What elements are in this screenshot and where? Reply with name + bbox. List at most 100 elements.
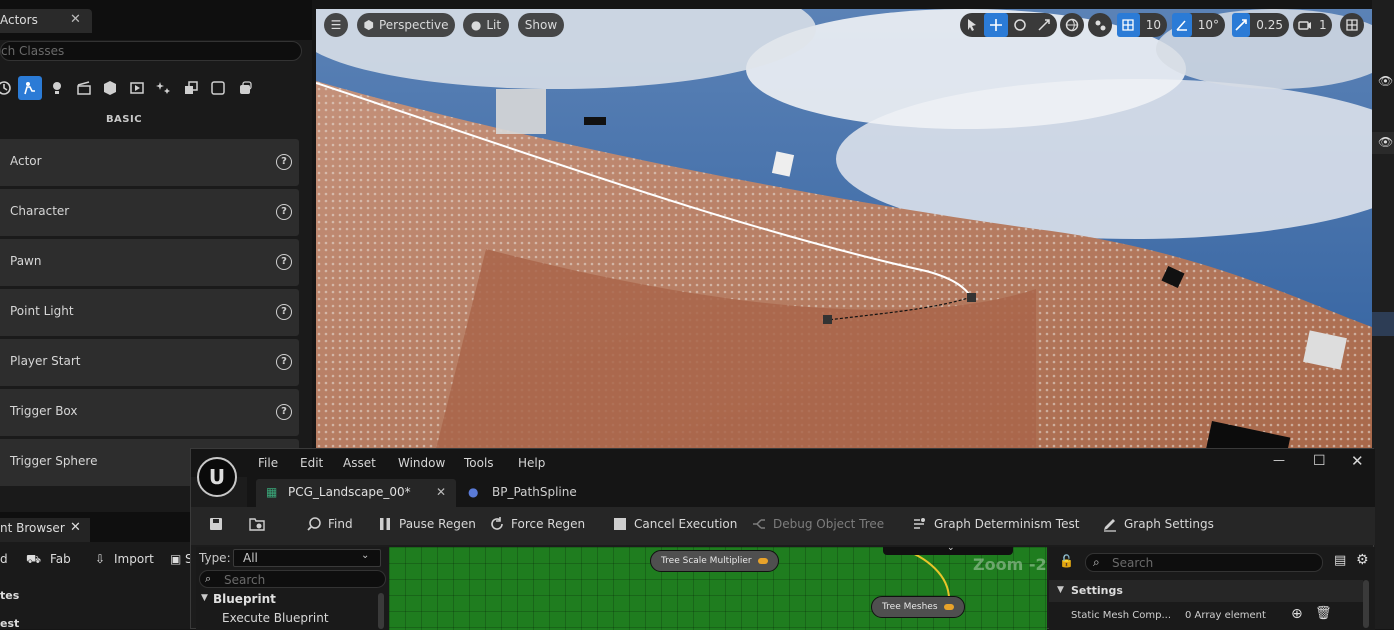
select-icon[interactable] — [960, 13, 984, 37]
pcg-graph-canvas[interactable]: ⌄ Tree Scale Multiplier Tree Meshes Zoom… — [389, 547, 1047, 630]
help-icon[interactable]: ? — [276, 204, 292, 220]
rotate-icon[interactable] — [1008, 13, 1032, 37]
level-viewport[interactable]: ☰ ⬢ Perspective ● Lit Show 10 10° 0.25 1 — [316, 9, 1372, 449]
graph-settings-button[interactable]: Graph Settings — [1102, 516, 1214, 532]
debug-object-tree-button[interactable]: Debug Object Tree — [751, 516, 884, 532]
tab-pcg-landscape[interactable]: ▦ PCG_Landscape_00* ✕ — [256, 479, 456, 507]
shape-icon[interactable] — [98, 76, 122, 100]
fab-button[interactable]: Fab — [50, 552, 71, 566]
move-icon[interactable] — [984, 13, 1008, 37]
place-actors-tab[interactable]: Actors ✕ — [0, 9, 92, 33]
all-classes-icon[interactable] — [206, 76, 230, 100]
collapse-icon[interactable]: ▼ — [201, 593, 208, 603]
list-item[interactable]: est — [0, 617, 19, 630]
fab-icon[interactable]: ⛟ — [26, 552, 41, 568]
viewport-menu-button[interactable]: ☰ — [324, 13, 348, 37]
angle-icon[interactable] — [1172, 13, 1192, 37]
palette-category[interactable]: Blueprint — [213, 592, 276, 606]
menu-help[interactable]: Help — [518, 456, 545, 470]
import-icon[interactable]: ⇩ — [95, 552, 105, 566]
help-icon[interactable]: ? — [276, 404, 292, 420]
lock-icon[interactable]: 🔓 — [1059, 554, 1074, 568]
graph-settings-icon — [1104, 519, 1116, 532]
actor-item[interactable]: Character? — [0, 189, 299, 236]
angle-snap-value[interactable]: 10° — [1192, 18, 1225, 32]
eye-icon[interactable]: 👁 — [1378, 74, 1393, 88]
minimize-icon[interactable]: — — [1273, 453, 1285, 467]
cinematic-icon[interactable] — [72, 76, 96, 100]
graph-node-tree-scale-multiplier[interactable]: Tree Scale Multiplier — [650, 550, 779, 572]
node-output-pin[interactable] — [757, 558, 768, 564]
light-bulb-icon[interactable] — [45, 76, 69, 100]
content-browser-tab[interactable]: nt Browser ✕ — [0, 518, 90, 542]
settings-section-header[interactable]: ▼ Settings — [1049, 580, 1363, 602]
scale-icon[interactable] — [1032, 13, 1056, 37]
scale-snap-icon[interactable] — [1232, 13, 1251, 37]
search-classes-input[interactable]: ch Classes — [0, 41, 302, 61]
close-icon[interactable]: ✕ — [70, 520, 81, 535]
eye-icon[interactable]: 👁 — [1378, 135, 1393, 149]
graph-determinism-test-button[interactable]: Graph Determinism Test — [912, 516, 1079, 532]
help-icon[interactable]: ? — [276, 354, 292, 370]
blueprint-icon[interactable] — [233, 76, 257, 100]
menu-edit[interactable]: Edit — [300, 456, 323, 470]
actor-item[interactable]: Trigger Box? — [0, 389, 299, 436]
menu-file[interactable]: File — [258, 456, 278, 470]
palette-search-input[interactable]: ⌕ Search — [199, 570, 386, 588]
node-label: Tree Scale Multiplier — [661, 556, 752, 566]
help-icon[interactable]: ? — [276, 254, 292, 270]
unreal-logo-icon[interactable]: U — [197, 457, 237, 497]
details-scrollbar[interactable] — [1363, 580, 1369, 628]
table-view-icon[interactable]: ▤ — [1334, 553, 1346, 568]
details-search-input[interactable]: ⌕ Search — [1085, 553, 1323, 572]
show-button[interactable]: Show — [518, 13, 564, 37]
pause-regen-button[interactable]: Pause Regen — [377, 516, 476, 532]
help-icon[interactable]: ? — [276, 154, 292, 170]
find-button[interactable]: Find — [306, 516, 353, 532]
grid-snap-value[interactable]: 10 — [1140, 18, 1167, 32]
cancel-execution-button[interactable]: Cancel Execution — [612, 516, 737, 532]
force-regen-label: Force Regen — [511, 517, 586, 531]
media-icon[interactable] — [125, 76, 149, 100]
actor-item[interactable]: Actor? — [0, 139, 299, 186]
palette-scrollbar[interactable] — [378, 593, 384, 629]
camera-icon[interactable] — [1293, 13, 1317, 37]
actor-item[interactable]: Player Start? — [0, 339, 299, 386]
type-select[interactable]: All ⌄ — [233, 549, 381, 567]
close-icon[interactable]: ✕ — [70, 12, 81, 27]
close-icon[interactable]: ✕ — [436, 485, 446, 499]
scale-snap-value[interactable]: 0.25 — [1250, 18, 1289, 32]
grid-icon[interactable] — [1117, 13, 1140, 37]
lit-button[interactable]: ● Lit — [463, 13, 509, 37]
menu-window[interactable]: Window — [398, 456, 445, 470]
browse-icon[interactable] — [249, 516, 265, 532]
save-icon[interactable] — [208, 516, 224, 532]
layout-icon[interactable] — [1340, 13, 1364, 37]
effects-icon[interactable] — [152, 76, 176, 100]
camera-speed-value[interactable]: 1 — [1317, 18, 1329, 32]
graph-node-tree-meshes[interactable]: Tree Meshes — [871, 596, 965, 618]
volumes-icon[interactable] — [179, 76, 203, 100]
add-button[interactable]: d — [0, 552, 8, 566]
gear-icon[interactable]: ⚙ — [1356, 552, 1369, 568]
perspective-button[interactable]: ⬢ Perspective — [357, 13, 455, 37]
actor-place-icon[interactable] — [18, 76, 42, 100]
help-icon[interactable]: ? — [276, 304, 292, 320]
list-item[interactable]: tes — [0, 589, 19, 602]
surface-snap-icon[interactable] — [1088, 13, 1112, 37]
actor-item[interactable]: Pawn? — [0, 239, 299, 286]
add-element-icon[interactable]: ⊕ — [1291, 606, 1303, 622]
import-button[interactable]: Import — [114, 552, 154, 566]
maximize-icon[interactable]: ☐ — [1313, 453, 1326, 469]
globe-icon[interactable] — [1060, 13, 1084, 37]
force-regen-button[interactable]: Force Regen — [489, 516, 585, 532]
trash-icon[interactable]: 🗑 — [1315, 606, 1332, 621]
save-all-icon[interactable]: ▣ — [170, 552, 181, 566]
close-icon[interactable]: ✕ — [1351, 452, 1364, 470]
palette-item[interactable]: Execute Blueprint — [222, 611, 329, 625]
menu-asset[interactable]: Asset — [343, 456, 376, 470]
actor-item[interactable]: Point Light? — [0, 289, 299, 336]
clock-icon[interactable] — [0, 76, 16, 100]
node-output-pin[interactable] — [943, 604, 954, 610]
menu-tools[interactable]: Tools — [464, 456, 494, 470]
